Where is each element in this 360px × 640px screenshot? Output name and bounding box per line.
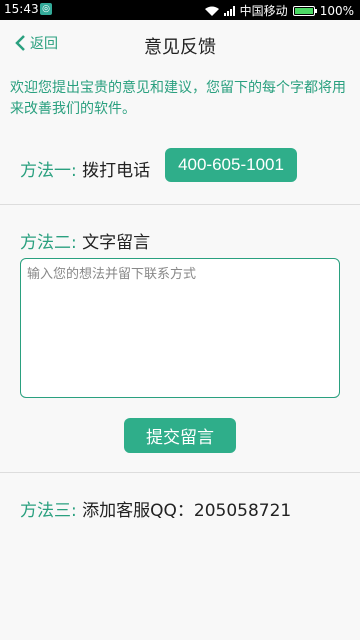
- method-one-text: 拨打电话: [82, 161, 151, 181]
- status-right: 中国移动 100%: [204, 2, 354, 19]
- method-two-label: 方法二:: [20, 233, 77, 253]
- method-three: 方法三: 添加客服QQ：205058721: [20, 496, 291, 521]
- method-three-label: 方法三:: [20, 501, 77, 521]
- divider: [0, 472, 360, 473]
- method-one: 方法一: 拨打电话: [20, 156, 150, 181]
- submit-message-button[interactable]: 提交留言: [124, 418, 236, 453]
- method-one-label: 方法一:: [20, 161, 77, 181]
- signal-icon: [223, 5, 235, 16]
- nav-bar: 返回 意见反馈: [0, 20, 360, 66]
- wifi-icon: [204, 6, 219, 16]
- welcome-text: 欢迎您提出宝贵的意见和建议，您留下的每个字都将用来改善我们的软件。: [10, 80, 346, 117]
- status-bar: 15:43 ◎ 中国移动 100%: [0, 0, 360, 20]
- page-title: 意见反馈: [144, 37, 216, 58]
- divider: [0, 204, 360, 205]
- carrier-name: 中国移动: [239, 4, 288, 18]
- method-two-text: 文字留言: [82, 233, 151, 253]
- status-time: 15:43: [4, 2, 39, 16]
- battery-icon: [292, 5, 317, 16]
- method-two: 方法二: 文字留言: [20, 228, 150, 253]
- method-three-text: 添加客服QQ：205058721: [82, 501, 292, 521]
- message-input[interactable]: [20, 258, 340, 398]
- battery-percent: 100%: [319, 3, 354, 18]
- call-phone-button[interactable]: 400-605-1001: [165, 148, 297, 182]
- notification-icon: ◎: [40, 3, 52, 15]
